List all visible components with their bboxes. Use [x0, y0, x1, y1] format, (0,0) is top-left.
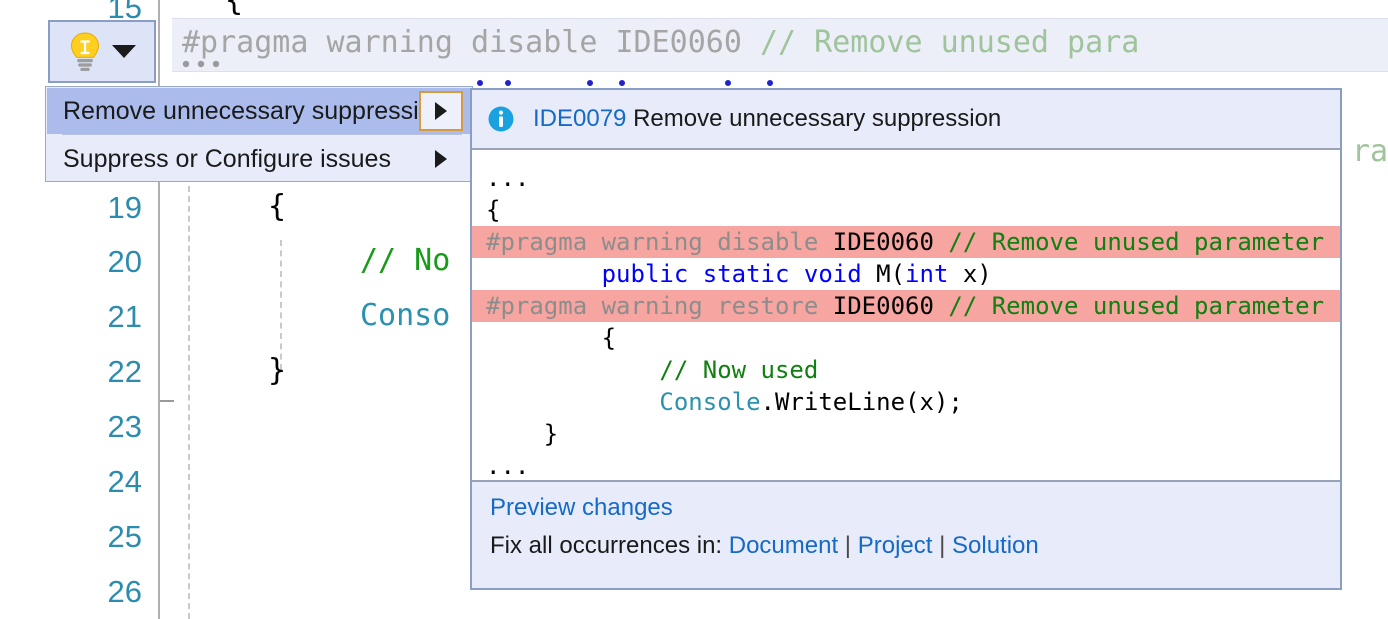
quick-actions-lightbulb-button[interactable] — [48, 20, 156, 83]
code-token: int — [905, 260, 948, 288]
code-token: M( — [876, 260, 905, 288]
line-number: 19 — [108, 192, 142, 223]
code-token: { — [486, 196, 500, 224]
preview-code-line: { — [472, 194, 1340, 226]
code-token: public static void — [602, 260, 877, 288]
preview-code-line: public static void M(int x) — [472, 258, 1340, 290]
info-icon — [488, 106, 514, 132]
code-token: Console — [659, 388, 760, 416]
preview-code-line: } — [472, 418, 1340, 450]
fix-all-solution-link[interactable]: Solution — [952, 532, 1039, 560]
preview-changes-link[interactable]: Preview changes — [490, 494, 673, 522]
code-token — [486, 356, 659, 384]
submenu-expander[interactable] — [419, 91, 463, 131]
preview-code-line: Console.WriteLine(x); — [472, 386, 1340, 418]
quick-actions-menu[interactable]: Remove unnecessary suppression Suppress … — [45, 86, 473, 182]
editor-code-tail-fragment: ra — [1352, 137, 1388, 167]
editor-code-line: { — [268, 192, 286, 222]
code-token — [486, 260, 602, 288]
chevron-right-icon — [435, 150, 447, 168]
separator: | — [932, 532, 952, 560]
chevron-down-icon[interactable] — [112, 45, 136, 58]
code-token: // Now used — [659, 356, 818, 384]
indent-guide — [280, 240, 282, 370]
line-number: 21 — [108, 301, 142, 332]
code-token: // Remove unused parameter — [948, 228, 1324, 256]
fix-all-project-link[interactable]: Project — [858, 532, 933, 560]
preview-code-line-removed: #pragma warning disable IDE0060 // Remov… — [472, 226, 1340, 258]
lightbulb-icon — [68, 32, 102, 72]
indent-guide — [188, 186, 190, 619]
preview-code-line: { — [472, 322, 1340, 354]
submenu-expander[interactable] — [419, 139, 463, 179]
code-token: #pragma warning restore — [486, 292, 833, 320]
line-number: 24 — [108, 466, 142, 497]
code-token: { — [486, 324, 616, 352]
code-token: // Remove unused parameter — [948, 292, 1324, 320]
preview-code-line: ... — [472, 450, 1340, 480]
menu-item-remove-unnecessary-suppression[interactable]: Remove unnecessary suppression — [47, 88, 473, 134]
popup-header: IDE0079 Remove unnecessary suppression — [472, 90, 1340, 150]
editor-code-line: } — [268, 356, 286, 386]
separator: | — [838, 532, 858, 560]
code-token: .WriteLine(x); — [761, 388, 963, 416]
preview-code-line: // Now used — [472, 354, 1340, 386]
line-number: 25 — [108, 521, 142, 552]
code-token: #pragma warning disable — [486, 228, 833, 256]
fix-all-label: Fix all occurrences in: — [490, 532, 729, 560]
editor-code-comment: // No — [360, 246, 450, 276]
pragma-comment: // Remove unused para — [760, 25, 1139, 60]
editor-code-line: { — [225, 0, 243, 16]
line-number: 26 — [108, 576, 142, 607]
editor-code-console: Conso — [360, 301, 450, 331]
code-token: x) — [948, 260, 991, 288]
diagnostic-title: Remove unnecessary suppression — [626, 105, 1001, 132]
quick-actions-preview-popup: IDE0079 Remove unnecessary suppression .… — [470, 88, 1342, 590]
code-token: ... — [486, 164, 529, 192]
line-number: 23 — [108, 411, 142, 442]
menu-separator — [62, 134, 462, 135]
preview-code-pane: ...{#pragma warning disable IDE0060 // R… — [472, 150, 1340, 480]
code-token: IDE0060 — [833, 292, 949, 320]
popup-footer: Preview changes Fix all occurrences in: … — [472, 480, 1340, 588]
preview-code-line-removed: #pragma warning restore IDE0060 // Remov… — [472, 290, 1340, 322]
code-token: IDE0060 — [833, 228, 949, 256]
popup-header-text: IDE0079 Remove unnecessary suppression — [533, 105, 1001, 133]
warning-squiggle-icon — [182, 60, 232, 68]
fix-all-row: Fix all occurrences in: Document | Proje… — [490, 532, 1340, 560]
code-token — [486, 388, 659, 416]
preview-code-line: ... — [472, 162, 1340, 194]
outline-collapse-tick[interactable] — [160, 400, 174, 402]
chevron-right-icon — [435, 102, 447, 120]
code-token: ... — [486, 452, 529, 480]
line-number: 20 — [108, 246, 142, 277]
fix-all-document-link[interactable]: Document — [729, 532, 838, 560]
menu-item-label: Suppress or Configure issues — [63, 145, 391, 174]
menu-item-suppress-or-configure-issues[interactable]: Suppress or Configure issues — [47, 136, 473, 182]
code-token: } — [486, 420, 558, 448]
pragma-comment-text — [742, 25, 760, 60]
diagnostic-id: IDE0079 — [533, 105, 626, 132]
line-number: 22 — [108, 356, 142, 387]
menu-item-label: Remove unnecessary suppression — [63, 97, 447, 126]
editor-code-line-pragma: #pragma warning disable IDE0060 // Remov… — [182, 28, 1139, 58]
pragma-directive-text: #pragma warning disable IDE0060 — [182, 25, 742, 60]
error-squiggle-icon — [470, 78, 810, 88]
